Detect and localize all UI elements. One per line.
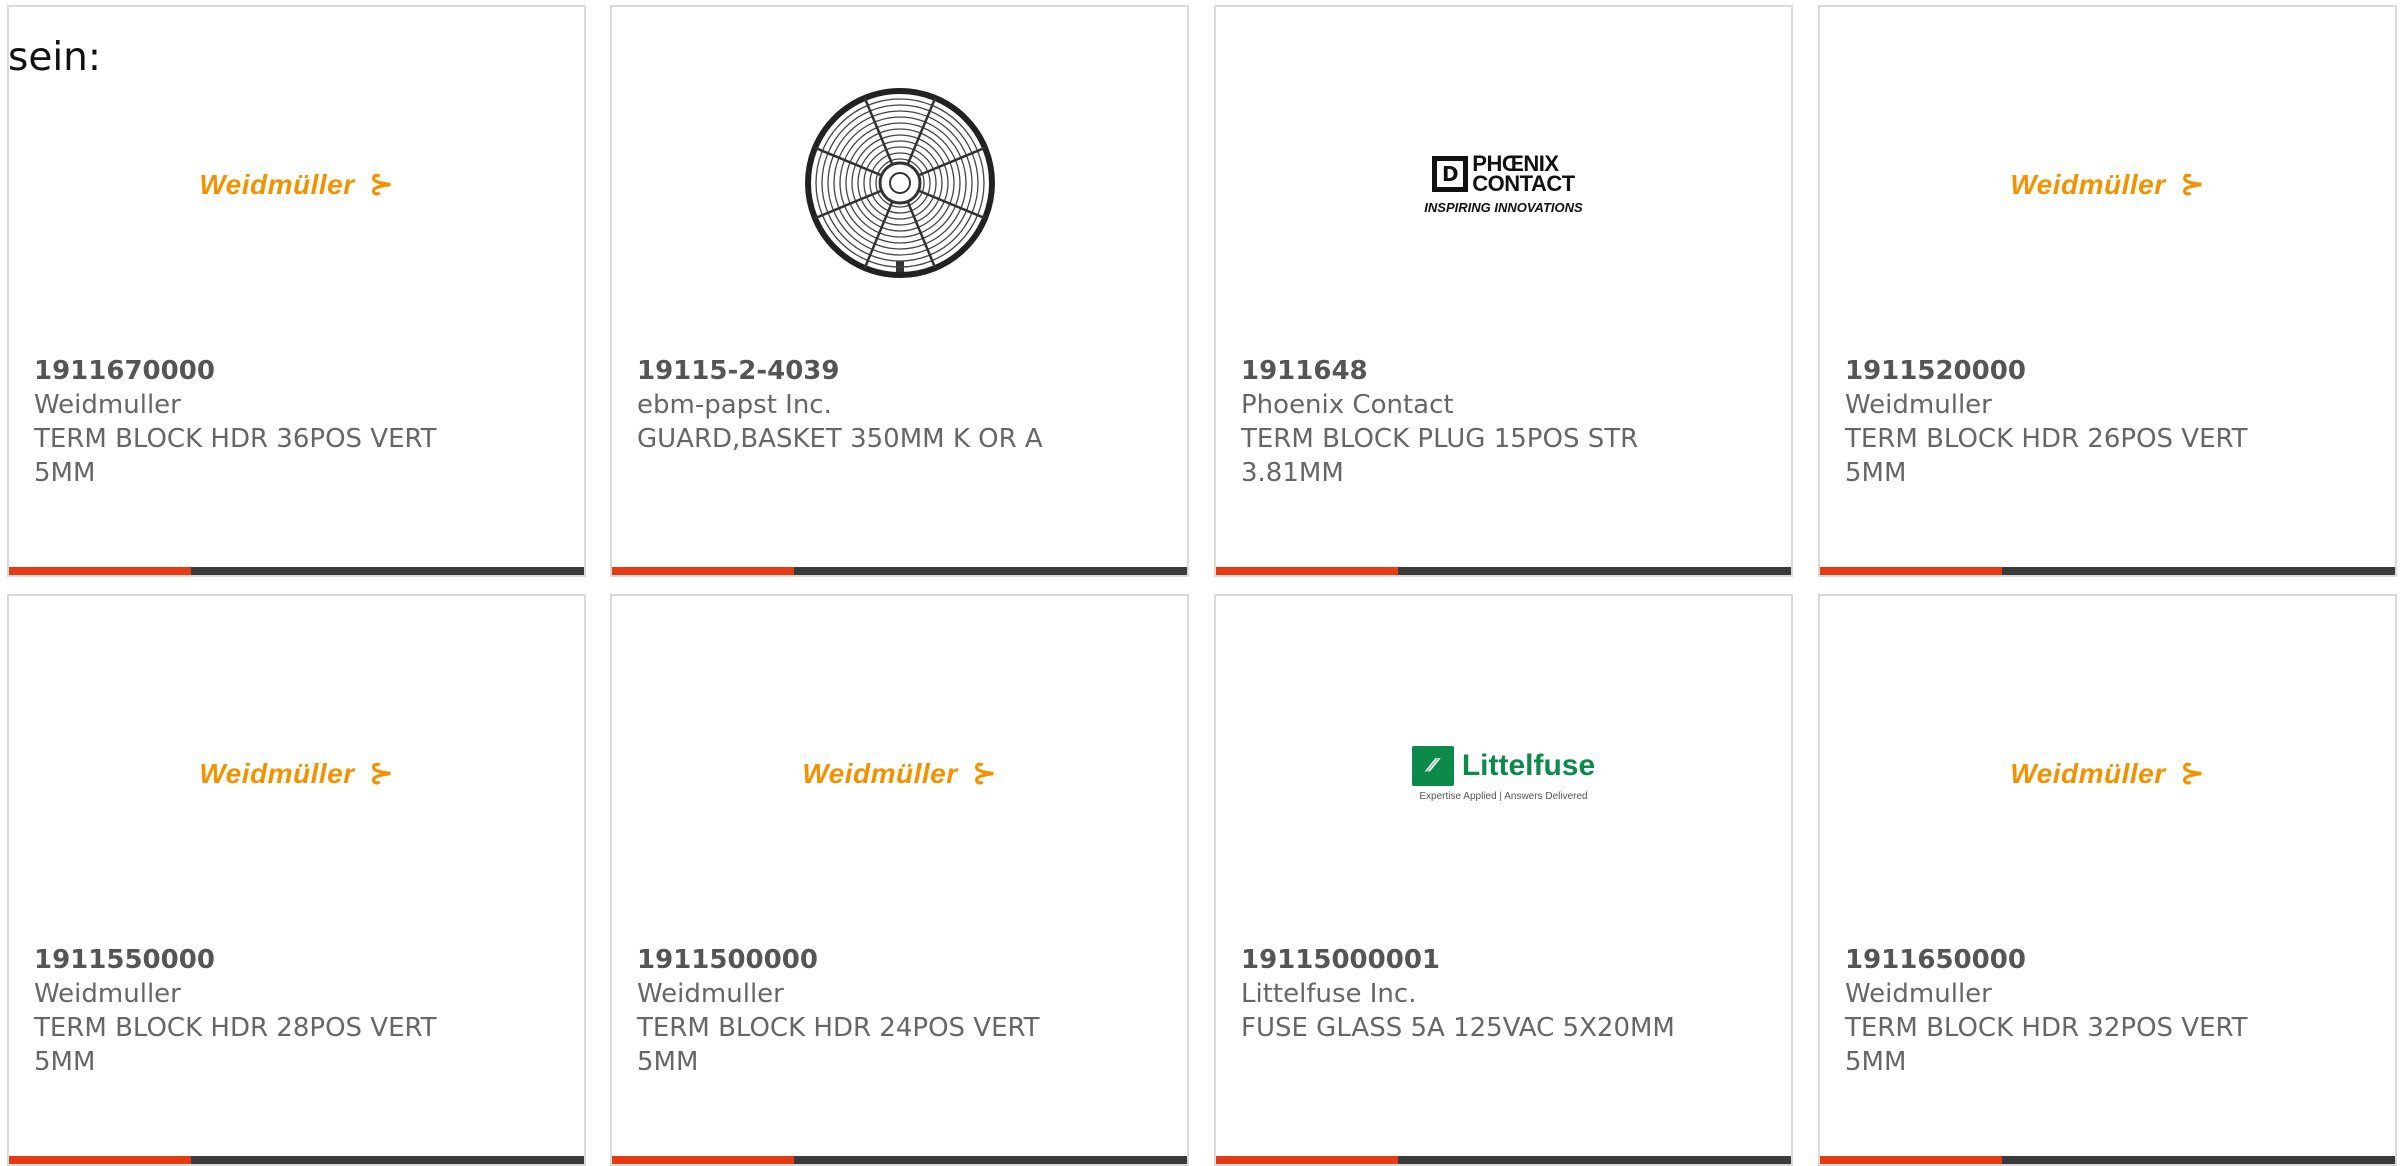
product-card[interactable]: Weidmüller ⊱ 1911550000 Weidmuller TERM BLOC… [7,594,586,1166]
card-accent-bar [612,1156,794,1164]
product-description: TERM BLOCK HDR 32POS VERT 5MM [1845,1013,2248,1077]
part-number: 1911670000 [34,356,215,386]
intro-text: sein: [8,35,102,80]
product-info: 19115000001 Littelfuse Inc. FUSE GLASS 5A … [1241,943,1771,1045]
product-description: TERM BLOCK PLUG 15POS STR 3.81MM [1241,424,1639,488]
part-number: 19115000001 [1241,945,1440,975]
part-number: 1911550000 [34,945,215,975]
card-footer-bar [1820,567,2395,575]
littelfuse-tagline: Expertise Applied | Answers Delivered [1419,790,1588,802]
product-image: Weidmüller ⊱ [612,636,1187,911]
manufacturer-name: Phoenix Contact [1241,390,1454,420]
part-number: 1911648 [1241,356,1368,386]
card-accent-bar [9,567,191,575]
weidmuller-wordmark: Weidmüller [802,757,958,789]
manufacturer-name: ebm-papst Inc. [637,390,832,420]
card-accent-bar [1820,1156,2002,1164]
manufacturer-name: Weidmuller [34,979,181,1009]
card-footer-bar [1820,1156,2395,1164]
card-accent-bar [1216,567,1398,575]
part-number: 1911650000 [1845,945,2026,975]
weidmuller-wordmark: Weidmüller [199,757,355,789]
product-image: Weidmüller ⊱ [9,636,584,911]
weidmuller-symbol-icon: ⊱ [2179,756,2205,791]
card-footer-bar [9,1156,584,1164]
product-description: TERM BLOCK HDR 24POS VERT 5MM [637,1013,1040,1077]
card-accent-bar [612,567,794,575]
product-description: TERM BLOCK HDR 26POS VERT 5MM [1845,424,2248,488]
phoenix-tagline: INSPIRING INNOVATIONS [1424,200,1583,215]
fan-guard-icon [800,83,1000,287]
manufacturer-name: Littelfuse Inc. [1241,979,1417,1009]
manufacturer-name: Weidmuller [637,979,784,1009]
product-card[interactable]: ⁄⁄ Littelfuse Expertise Applied | Answers … [1214,594,1793,1166]
card-footer-bar [612,1156,1187,1164]
product-info: 1911670000 Weidmuller TERM BLOCK HDR 36POS… [34,354,564,490]
product-card[interactable]: Weidmüller ⊱ 1911500000 Weidmuller TERM BLOC… [610,594,1189,1166]
product-info: 1911550000 Weidmuller TERM BLOCK HDR 28POS… [34,943,564,1079]
phoenix-contact-logo: D PHŒNIX CONTACT INSPIRING INNOVATIONS [1424,153,1583,216]
phoenix-wordmark-line2: CONTACT [1472,171,1575,196]
weidmuller-logo: Weidmüller ⊱ [802,756,997,791]
product-image: ⁄⁄ Littelfuse Expertise Applied | Answers … [1216,636,1791,911]
product-card[interactable]: Weidmüller ⊱ 1911670000 Weidmuller TERM BLOC… [7,5,586,577]
part-number: 1911500000 [637,945,818,975]
product-info: 1911650000 Weidmuller TERM BLOCK HDR 32POS… [1845,943,2375,1079]
weidmuller-logo: Weidmüller ⊱ [199,756,394,791]
product-card[interactable]: D PHŒNIX CONTACT INSPIRING INNOVATIONS 19116… [1214,5,1793,577]
phoenix-box-icon: D [1432,156,1469,192]
weidmuller-symbol-icon: ⊱ [2179,167,2205,202]
part-number: 1911520000 [1845,356,2026,386]
product-image: Weidmüller ⊱ [1820,636,2395,911]
littelfuse-wordmark: Littelfuse [1461,748,1596,782]
product-card[interactable]: Weidmüller ⊱ 1911520000 Weidmuller TERM BLOC… [1818,5,2397,577]
product-info: 1911520000 Weidmuller TERM BLOCK HDR 26POS… [1845,354,2375,490]
littelfuse-mark-icon: ⁄⁄ [1411,745,1454,786]
weidmuller-wordmark: Weidmüller [2010,757,2166,789]
weidmuller-logo: Weidmüller ⊱ [199,167,394,202]
weidmuller-logo: Weidmüller ⊱ [2010,167,2205,202]
product-info: 1911500000 Weidmuller TERM BLOCK HDR 24POS… [637,943,1167,1079]
card-accent-bar [9,1156,191,1164]
manufacturer-name: Weidmuller [1845,390,1992,420]
product-description: FUSE GLASS 5A 125VAC 5X20MM [1241,1013,1675,1043]
product-info: 19115-2-4039 ebm-papst Inc. GUARD,BASKET 3… [637,354,1167,456]
product-image: Weidmüller ⊱ [1820,47,2395,322]
manufacturer-name: Weidmuller [1845,979,1992,1009]
weidmuller-symbol-icon: ⊱ [971,756,997,791]
product-image [612,47,1187,322]
product-info: 1911648 Phoenix Contact TERM BLOCK PLUG 15… [1241,354,1771,490]
product-image: D PHŒNIX CONTACT INSPIRING INNOVATIONS [1216,47,1791,322]
weidmuller-symbol-icon: ⊱ [368,756,394,791]
card-footer-bar [1216,1156,1791,1164]
weidmuller-logo: Weidmüller ⊱ [2010,756,2205,791]
weidmuller-wordmark: Weidmüller [199,168,355,200]
card-accent-bar [1216,1156,1398,1164]
card-footer-bar [9,567,584,575]
product-image: Weidmüller ⊱ [9,47,584,322]
card-accent-bar [1820,567,2002,575]
part-number: 19115-2-4039 [637,356,840,386]
product-card[interactable]: Weidmüller ⊱ 1911650000 Weidmuller TERM BLOC… [1818,594,2397,1166]
card-footer-bar [1216,567,1791,575]
product-description: GUARD,BASKET 350MM K OR A [637,424,1043,454]
product-card[interactable]: 19115-2-4039 ebm-papst Inc. GUARD,BASKET 3… [610,5,1189,577]
weidmuller-symbol-icon: ⊱ [368,167,394,202]
littelfuse-logo: ⁄⁄ Littelfuse Expertise Applied | Answers … [1411,745,1596,802]
weidmuller-wordmark: Weidmüller [2010,168,2166,200]
product-description: TERM BLOCK HDR 28POS VERT 5MM [34,1013,437,1077]
card-footer-bar [612,567,1187,575]
manufacturer-name: Weidmuller [34,390,181,420]
product-description: TERM BLOCK HDR 36POS VERT 5MM [34,424,437,488]
